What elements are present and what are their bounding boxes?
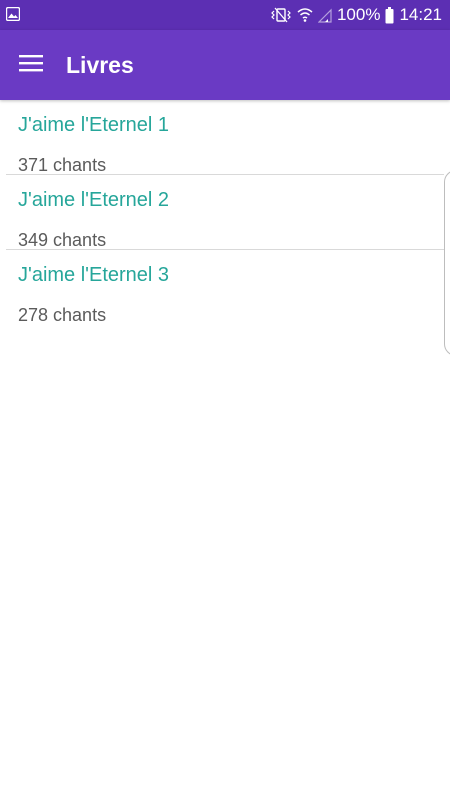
edge-panel-handle[interactable] [444,170,450,356]
menu-button[interactable] [10,44,52,86]
hamburger-menu-icon [19,54,43,77]
clock: 14:21 [399,5,442,24]
status-bar: 100% 14:21 [0,0,450,30]
book-list: J'aime l'Eternel 1 371 chants J'aime l'E… [0,100,450,325]
status-indicators: 100% 14:21 [270,0,442,30]
gallery-notification-icon [5,6,21,22]
wifi-icon [297,7,313,23]
book-song-count: 278 chants [18,305,107,325]
book-song-count: 349 chants [18,230,107,250]
vibrate-icon [270,7,292,23]
book-title: J'aime l'Eternel 2 [18,189,170,211]
battery-percent: 100% [336,5,381,24]
app-bar: Livres [0,30,450,100]
list-item-book-1[interactable]: J'aime l'Eternel 1 371 chants [6,100,444,175]
battery-icon [385,6,394,24]
book-title: J'aime l'Eternel 3 [18,264,170,286]
page-title: Livres [66,52,134,78]
list-item-book-3[interactable]: J'aime l'Eternel 3 278 chants [6,250,444,325]
signal-icon [317,7,332,23]
book-song-count: 371 chants [18,155,107,175]
list-item-book-2[interactable]: J'aime l'Eternel 2 349 chants [6,175,444,250]
book-title: J'aime l'Eternel 1 [18,114,170,136]
